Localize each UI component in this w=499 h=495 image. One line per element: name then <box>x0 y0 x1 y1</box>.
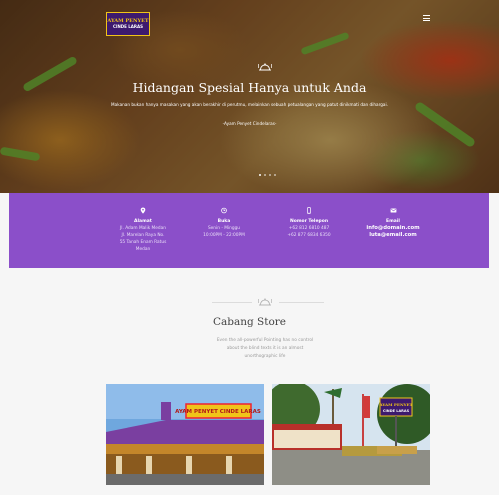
dish-cloche-icon <box>258 298 272 306</box>
section-title: Cabang Store <box>212 316 287 328</box>
cabang-section: Cabang Store Even the all-powerful Point… <box>0 268 499 495</box>
info-line: 10:00PM - 22:00PM <box>203 233 245 238</box>
phone-icon <box>307 207 311 214</box>
info-line[interactable]: +62 812 6810 487 <box>274 225 344 232</box>
info-email: Email info@domain.com luta@email.com <box>357 199 429 239</box>
store2-sign-line2: CINDE LARAS <box>383 409 410 413</box>
carousel-dot[interactable] <box>274 174 276 176</box>
hero-quote: -Ayam Penyet Cindelaras- <box>222 121 277 126</box>
brand-logo[interactable]: AYAM PENYET CINDE LARAS <box>106 12 150 36</box>
section-text-line: unorthographic life <box>244 354 286 359</box>
info-heading: Alamat <box>134 219 152 224</box>
section-text: Even the all-powerful Pointing has no co… <box>190 337 340 361</box>
clock-icon <box>221 207 227 214</box>
email-link[interactable]: luta@email.com <box>357 232 429 239</box>
info-line: Medan <box>135 247 151 252</box>
section-text-line: Even the all-powerful Pointing has no co… <box>216 338 314 343</box>
dish-cloche-icon <box>258 63 272 71</box>
store-street-image: AYAM PENYET CINDE LARAS <box>272 384 430 485</box>
hero-title: Hidangan Spesial Hanya untuk Anda <box>132 80 367 95</box>
map-pin-icon <box>140 207 146 214</box>
carousel-dots <box>259 174 276 176</box>
info-heading: Nomor Telepon <box>289 219 329 224</box>
info-heading: Email <box>386 219 400 224</box>
info-heading: Buka <box>217 219 231 224</box>
hero-banner: AYAM PENYET CINDE LARAS Hidangan Spesial… <box>0 0 499 193</box>
contact-info-bar: Alamat Jl. Adam Malik Medan Jl. Marelan … <box>9 193 489 268</box>
section-text-line: about the blind texts it is an almost <box>226 346 304 351</box>
info-telepon: Nomor Telepon +62 812 6810 487 +62 877 6… <box>274 199 344 239</box>
store1-sign-text: AYAM PENYET CINDE LARAS <box>175 409 261 415</box>
divider-right <box>279 302 324 303</box>
carousel-dot[interactable] <box>259 174 261 176</box>
store2-sign-line1: AYAM PENYET <box>378 402 412 407</box>
logo-line2: CINDE LARAS <box>113 24 143 29</box>
info-alamat: Alamat Jl. Adam Malik Medan Jl. Marelan … <box>89 199 197 253</box>
info-line: Senin - Minggu <box>207 226 241 231</box>
store-building-image: AYAM PENYET CINDE LARAS <box>106 384 264 485</box>
carousel-dot[interactable] <box>264 174 266 176</box>
store-photo-2[interactable]: AYAM PENYET CINDE LARAS <box>272 384 430 485</box>
info-line: Jl. Adam Malik Medan <box>120 226 166 231</box>
carousel-dot[interactable] <box>269 174 271 176</box>
hero-subtitle: Makanan bukan hanya masakan yang akan be… <box>111 102 388 107</box>
info-buka: Buka Senin - Minggu 10:00PM - 22:00PM <box>189 199 259 239</box>
info-line: 55 Tanah Enam Ratus <box>119 240 167 245</box>
store-photo-1[interactable]: AYAM PENYET CINDE LARAS <box>106 384 264 485</box>
mail-icon <box>390 208 396 213</box>
info-line[interactable]: +62 877 6834 6350 <box>274 232 344 239</box>
email-link[interactable]: info@domain.com <box>357 225 429 232</box>
info-line: Jl. Marelan Raya No. <box>121 233 165 238</box>
menu-toggle-icon[interactable] <box>423 15 430 21</box>
divider-left <box>212 302 252 303</box>
